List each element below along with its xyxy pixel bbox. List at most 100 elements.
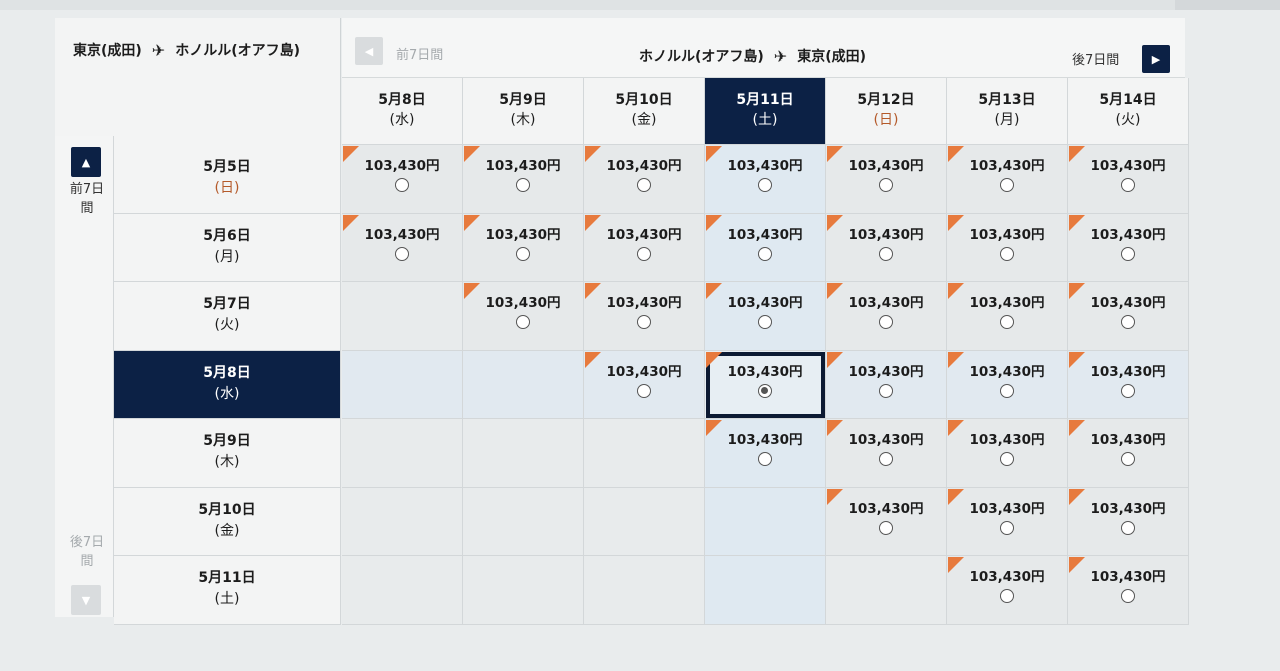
row-header[interactable]: 5月7日 (火) <box>114 282 341 351</box>
fare-cell[interactable]: 103,430円 <box>463 213 584 282</box>
fare-radio[interactable] <box>1121 452 1135 466</box>
fare-cell[interactable]: 103,430円 <box>705 282 826 351</box>
fare-cell[interactable]: 103,430円 <box>826 145 947 214</box>
fare-cell[interactable]: 103,430円 <box>826 487 947 556</box>
fare-cell[interactable]: 103,430円 <box>584 282 705 351</box>
prev-rows-label[interactable]: 前7日 間 <box>59 180 115 218</box>
fare-radio[interactable] <box>879 383 893 398</box>
next-rows-label[interactable]: 後7日 間 <box>59 533 115 571</box>
fare-radio[interactable] <box>516 315 530 329</box>
fare-radio[interactable] <box>637 315 651 329</box>
fare-cell[interactable]: 103,430円 <box>947 350 1068 419</box>
fare-radio[interactable] <box>1121 589 1135 603</box>
column-header[interactable]: 5月12日 (日) <box>826 78 947 145</box>
fare-radio[interactable] <box>758 178 772 192</box>
column-header[interactable]: 5月11日 (土) <box>705 78 826 145</box>
column-date: 5月11日 <box>736 92 794 108</box>
fare-radio[interactable] <box>1121 246 1135 261</box>
fare-cell[interactable]: 103,430円 <box>463 282 584 351</box>
fare-price: 103,430円 <box>969 432 1045 448</box>
fare-cell-empty <box>342 556 463 625</box>
prev-week-label[interactable]: 前7日間 <box>396 44 443 63</box>
row-header[interactable]: 5月9日 (木) <box>114 419 341 488</box>
fare-cell[interactable]: 103,430円 <box>1068 419 1189 488</box>
fare-cell[interactable]: 103,430円 <box>947 419 1068 488</box>
column-weekday: (水) <box>389 112 415 128</box>
fare-radio[interactable] <box>1000 246 1014 261</box>
fare-cell[interactable]: 103,430円 <box>1068 487 1189 556</box>
fare-radio[interactable] <box>1121 178 1135 192</box>
fare-cell[interactable]: 103,430円 <box>826 282 947 351</box>
fare-cell[interactable]: 103,430円 <box>1068 350 1189 419</box>
fare-cell[interactable]: 103,430円 <box>342 213 463 282</box>
fare-cell[interactable]: 103,430円 <box>584 145 705 214</box>
fare-radio[interactable] <box>395 246 409 261</box>
fare-radio[interactable] <box>879 520 893 535</box>
column-header[interactable]: 5月13日 (月) <box>947 78 1068 145</box>
fare-cell[interactable]: 103,430円 <box>1068 282 1189 351</box>
fare-radio[interactable] <box>758 383 772 398</box>
fare-radio[interactable] <box>395 178 409 192</box>
fare-cell[interactable]: 103,430円 <box>584 213 705 282</box>
fare-cell[interactable]: 103,430円 <box>1068 213 1189 282</box>
next-week-button[interactable]: ▶ <box>1142 45 1170 73</box>
prev-rows-button[interactable]: ▲ <box>71 147 101 177</box>
fare-cell[interactable]: 103,430円 <box>705 145 826 214</box>
column-header[interactable]: 5月8日 (水) <box>342 78 463 145</box>
fare-radio[interactable] <box>1000 178 1014 192</box>
row-header[interactable]: 5月6日 (月) <box>114 213 341 282</box>
fare-radio[interactable] <box>758 315 772 329</box>
fare-cell[interactable]: 103,430円 <box>705 350 826 419</box>
fare-radio[interactable] <box>1000 589 1014 603</box>
fare-cell[interactable]: 103,430円 <box>826 213 947 282</box>
fare-cell[interactable]: 103,430円 <box>947 487 1068 556</box>
fare-radio[interactable] <box>1000 520 1014 535</box>
fare-radio[interactable] <box>1121 315 1135 329</box>
next-rows-button[interactable]: ▼ <box>71 585 101 615</box>
fare-radio[interactable] <box>879 315 893 329</box>
fare-radio[interactable] <box>637 383 651 398</box>
fare-cell[interactable]: 103,430円 <box>1068 145 1189 214</box>
fare-cell[interactable]: 103,430円 <box>342 145 463 214</box>
column-header[interactable]: 5月9日 (木) <box>463 78 584 145</box>
column-weekday: (日) <box>873 112 899 128</box>
row-header[interactable]: 5月10日 (金) <box>114 487 341 556</box>
fare-cell[interactable]: 103,430円 <box>826 419 947 488</box>
fare-radio[interactable] <box>879 246 893 261</box>
fare-radio[interactable] <box>516 246 530 261</box>
fare-cell[interactable]: 103,430円 <box>947 556 1068 625</box>
fare-radio[interactable] <box>637 178 651 192</box>
fare-cell[interactable]: 103,430円 <box>705 419 826 488</box>
fare-cell[interactable]: 103,430円 <box>947 282 1068 351</box>
row-header[interactable]: 5月8日 (水) <box>114 350 341 419</box>
fare-cell[interactable]: 103,430円 <box>826 350 947 419</box>
fare-cell[interactable]: 103,430円 <box>463 145 584 214</box>
fare-price: 103,430円 <box>969 569 1045 585</box>
column-header[interactable]: 5月14日 (火) <box>1068 78 1189 145</box>
fare-cell[interactable]: 103,430円 <box>705 213 826 282</box>
fare-radio[interactable] <box>1000 383 1014 398</box>
fare-radio[interactable] <box>516 178 530 192</box>
fare-radio[interactable] <box>1000 315 1014 329</box>
next-week-label[interactable]: 後7日間 <box>1072 49 1119 68</box>
fare-radio[interactable] <box>879 452 893 466</box>
fare-price: 103,430円 <box>606 226 682 243</box>
fare-cell[interactable]: 103,430円 <box>584 350 705 419</box>
lowest-fare-flag-icon <box>706 146 722 162</box>
fare-radio[interactable] <box>1000 452 1014 466</box>
fare-cell[interactable]: 103,430円 <box>947 145 1068 214</box>
fare-radio[interactable] <box>879 178 893 192</box>
prev-week-button[interactable]: ◀ <box>355 37 383 65</box>
fare-cell[interactable]: 103,430円 <box>947 213 1068 282</box>
fare-radio[interactable] <box>1121 383 1135 398</box>
fare-radio[interactable] <box>637 246 651 261</box>
fare-cell[interactable]: 103,430円 <box>1068 556 1189 625</box>
fare-radio[interactable] <box>758 246 772 261</box>
row-header[interactable]: 5月5日 (日) <box>114 145 341 214</box>
fare-cell-empty <box>342 487 463 556</box>
fare-radio[interactable] <box>758 452 772 466</box>
fare-price: 103,430円 <box>364 226 440 243</box>
fare-radio[interactable] <box>1121 520 1135 535</box>
column-header[interactable]: 5月10日 (金) <box>584 78 705 145</box>
row-header[interactable]: 5月11日 (土) <box>114 556 341 625</box>
